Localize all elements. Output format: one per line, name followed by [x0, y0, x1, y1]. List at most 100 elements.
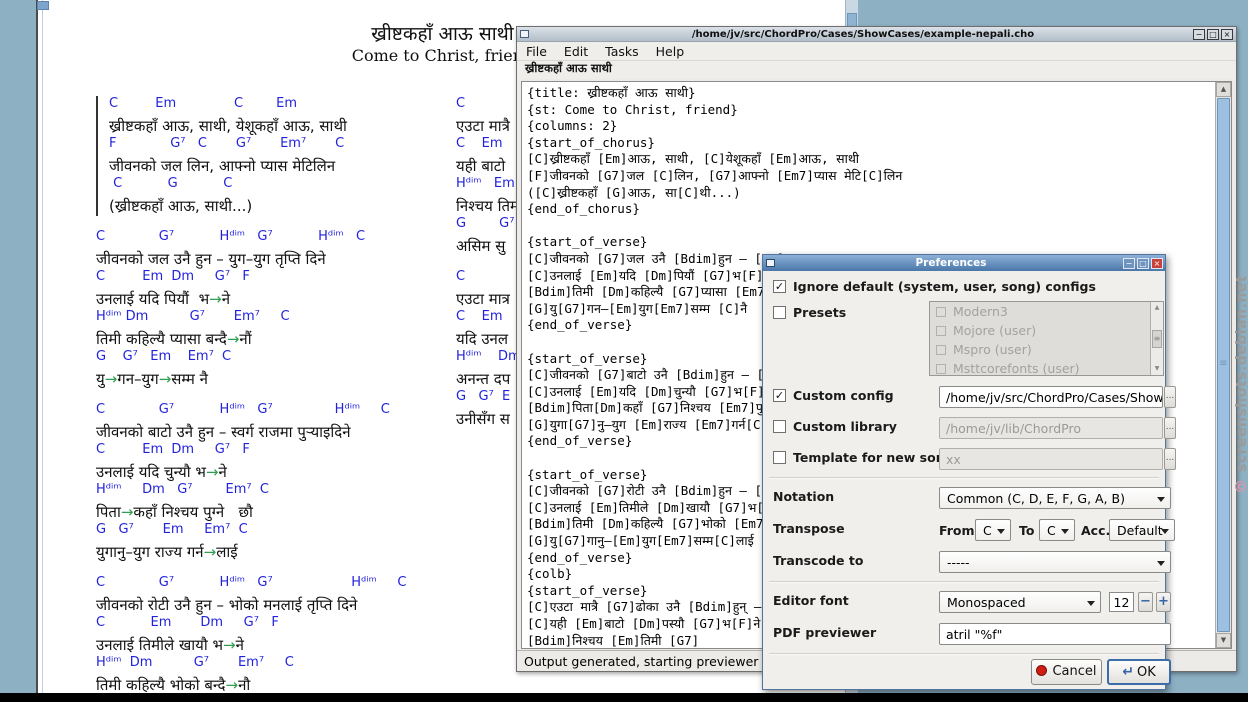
ignore-default-checkbox[interactable]: ✓ [773, 280, 786, 293]
cancel-button[interactable]: Cancel [1031, 659, 1102, 685]
verse-block: C G⁷ Hᵈⁱᵐ G⁷ Hᵈⁱᵐ Cजीवनको रोटी उनै हुन –… [96, 575, 456, 702]
editor-window-title: /home/jv/src/ChordPro/Cases/ShowCases/ex… [533, 29, 1193, 40]
copyright-icon: © [1233, 478, 1248, 496]
page-margin-line [42, 0, 43, 693]
notation-dropdown[interactable]: Common (C, D, E, F, G, A, B) [939, 487, 1171, 509]
arrow-glyph: → [223, 636, 236, 654]
preset-option: Mspro (user) [930, 340, 1163, 359]
maximize-icon[interactable]: □ [1137, 258, 1149, 269]
menu-file[interactable]: File [526, 44, 547, 59]
row-ignore-default: ✓ Ignore default (system, user, song) co… [773, 277, 1155, 301]
editor-scrollbar-thumb[interactable] [1217, 98, 1230, 632]
maximize-icon[interactable]: □ [1207, 29, 1219, 40]
desktop: ख्रीष्टकहाँ आऊ साथी Come to Christ, frie… [0, 0, 1248, 702]
menu-help[interactable]: Help [656, 44, 685, 59]
scroll-down-icon[interactable]: ▼ [1216, 633, 1231, 648]
preferences-titlebar[interactable]: Preferences − □ × [763, 255, 1165, 271]
editor-font-dropdown[interactable]: Monospaced [939, 591, 1101, 613]
template-field: xx [939, 448, 1163, 470]
presets-scrollbar[interactable]: ▲ ≡ ▼ [1150, 302, 1163, 375]
arrow-glyph: → [204, 543, 217, 561]
separator [769, 581, 1159, 583]
editor-font-label: Editor font [773, 593, 849, 608]
return-arrow-icon: ↵ [1122, 664, 1134, 680]
custom-library-browse-button[interactable]: ... [1164, 417, 1176, 439]
ignore-default-label: Ignore default (system, user, song) conf… [793, 279, 1096, 294]
row-custom-library: Custom library /home/jv/lib/ChordPro ... [773, 417, 1155, 441]
transpose-from-dropdown[interactable]: C [975, 519, 1011, 541]
lyric-line: जीवनको बाटो उनै हुन – स्वर्ग राजमा पुऱ्य… [96, 422, 456, 442]
lyric-line: जीवनको जल लिन, आफ्नो प्यास मेटिलिन [109, 156, 456, 176]
arrow-glyph: → [206, 463, 219, 481]
arrow-glyph: → [209, 290, 222, 308]
close-icon[interactable]: × [1221, 29, 1233, 40]
separator [769, 653, 1159, 655]
chord-line: C Em C Em [109, 96, 456, 116]
watermark-text: screenshots.debian.net [1234, 275, 1248, 472]
font-size-increase-button[interactable]: + [1156, 592, 1171, 612]
font-size-field[interactable]: 12 [1109, 592, 1134, 612]
custom-library-checkbox[interactable] [773, 420, 786, 433]
notation-label: Notation [773, 489, 834, 504]
lyric-line: पिता→कहाँ निश्चय पुग्ने छौ [96, 502, 456, 522]
chord-line: Hᵈⁱᵐ Dm G⁷ Em⁷ C [96, 309, 456, 329]
ok-button[interactable]: ↵OK [1107, 659, 1171, 685]
template-browse-button[interactable]: ... [1164, 448, 1176, 470]
pdf-previewer-field[interactable]: atril "%f" [939, 623, 1171, 645]
arrow-glyph: → [121, 503, 134, 521]
transpose-label: Transpose [773, 521, 845, 536]
template-checkbox[interactable] [773, 451, 786, 464]
song-tab-label[interactable]: ख्रीष्टकहाँ आऊ साथी [517, 61, 1236, 79]
presets-scrollbar-thumb[interactable]: ≡ [1152, 330, 1162, 348]
preset-checkbox [936, 307, 946, 317]
transpose-to-dropdown[interactable]: C [1039, 519, 1075, 541]
chord-line: Hᵈⁱᵐ Dm G⁷ Em⁷ C [96, 482, 456, 502]
preferences-dialog: Preferences − □ × ✓ Ignore default (syst… [762, 254, 1166, 690]
bottom-black-bar [0, 693, 1248, 702]
arrow-glyph: → [159, 370, 172, 388]
custom-config-field[interactable]: /home/jv/src/ChordPro/Cases/ShowCas [939, 386, 1163, 408]
editor-scrollbar[interactable]: ▲ ▼ [1215, 82, 1231, 648]
pdf-previewer-label: PDF previewer [773, 625, 876, 640]
transpose-acc-label: Acc. [1081, 523, 1110, 538]
row-template: Template for new songs xx ... [773, 448, 1155, 472]
chord-line: F G⁷ C G⁷ Em⁷ C [109, 136, 456, 156]
preset-checkbox [936, 364, 946, 374]
scroll-down-icon[interactable]: ▼ [1151, 363, 1163, 375]
font-size-decrease-button[interactable]: − [1138, 592, 1153, 612]
chord-line: Hᵈⁱᵐ Dm G⁷ Em⁷ C [96, 655, 456, 675]
presets-checkbox[interactable] [773, 306, 786, 319]
chord-line: C G⁷ Hᵈⁱᵐ G⁷ Hᵈⁱᵐ C [96, 575, 456, 595]
dialog-icon [766, 259, 775, 267]
transpose-acc-dropdown[interactable]: Default [1109, 519, 1175, 541]
close-icon[interactable]: × [1151, 258, 1163, 269]
transcode-dropdown[interactable]: ----- [939, 551, 1171, 573]
editor-titlebar[interactable]: /home/jv/src/ChordPro/Cases/ShowCases/ex… [517, 27, 1236, 42]
minimize-icon[interactable]: − [1193, 29, 1205, 40]
row-notation: Notation Common (C, D, E, F, G, A, B) [773, 487, 1155, 511]
transpose-from-label: From [939, 523, 975, 538]
custom-config-browse-button[interactable]: ... [1164, 386, 1176, 408]
menu-edit[interactable]: Edit [564, 44, 588, 59]
row-transpose: Transpose From C To C Acc. Default [773, 519, 1155, 543]
preset-option: Msttcorefonts (user) [930, 359, 1163, 376]
verse-block: C G⁷ Hᵈⁱᵐ G⁷ Hᵈⁱᵐ Cजीवनको जल उनै हुन – य… [96, 229, 456, 389]
arrow-glyph: → [105, 370, 118, 388]
scroll-up-icon[interactable]: ▲ [1216, 82, 1231, 97]
lyric-line: युगानु–युग राज्य गर्न→लाई [96, 542, 456, 562]
scroll-up-icon[interactable]: ▲ [1151, 302, 1163, 314]
window-icon [520, 30, 529, 38]
preset-checkbox [936, 345, 946, 355]
chord-line: C Em Dm G⁷ F [96, 442, 456, 462]
menu-bar: File Edit Tasks Help [517, 42, 1236, 61]
row-custom-config: ✓ Custom config /home/jv/src/ChordPro/Ca… [773, 386, 1155, 410]
minimize-icon[interactable]: − [1123, 258, 1135, 269]
lyric-line: ख्रीष्टकहाँ आऊ, साथी, येशूकहाँ आऊ, साथी [109, 116, 456, 136]
preset-checkbox [936, 326, 946, 336]
custom-config-label: Custom config [793, 388, 894, 403]
custom-config-checkbox[interactable]: ✓ [773, 389, 786, 402]
custom-library-label: Custom library [793, 419, 897, 434]
preset-option: Mojore (user) [930, 321, 1163, 340]
presets-listbox[interactable]: Modern3Mojore (user)Mspro (user)Msttcore… [929, 301, 1164, 376]
menu-tasks[interactable]: Tasks [605, 44, 639, 59]
